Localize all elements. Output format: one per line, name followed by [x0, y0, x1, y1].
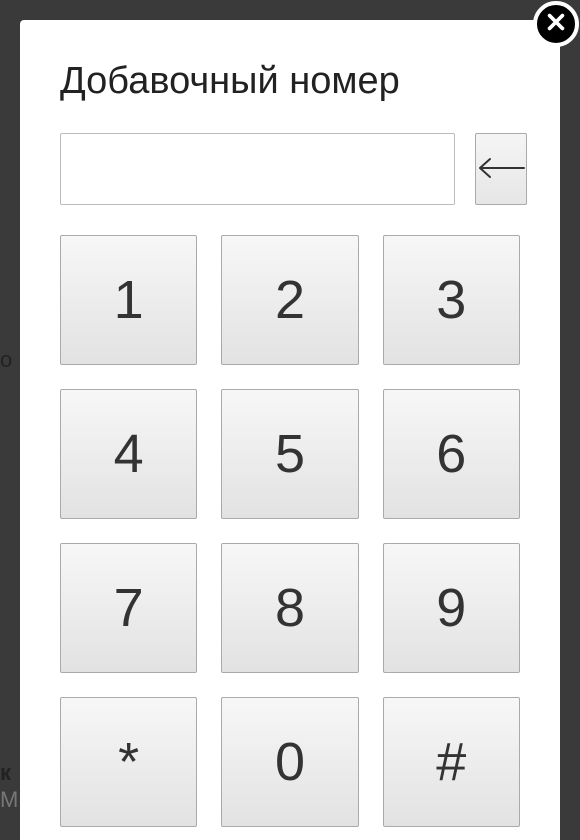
key-2[interactable]: 2: [221, 235, 358, 365]
key-4[interactable]: 4: [60, 389, 197, 519]
backspace-button[interactable]: [475, 133, 527, 205]
key-1[interactable]: 1: [60, 235, 197, 365]
input-row: [60, 133, 520, 205]
background-text-fragment: М: [0, 789, 18, 811]
key-6[interactable]: 6: [383, 389, 520, 519]
key-star[interactable]: *: [60, 697, 197, 827]
background-text-fragment: о: [0, 349, 12, 371]
key-0[interactable]: 0: [221, 697, 358, 827]
extension-input[interactable]: [60, 133, 455, 205]
close-button[interactable]: [533, 1, 579, 47]
key-hash[interactable]: #: [383, 697, 520, 827]
background-text-fragment: к: [0, 762, 11, 784]
key-9[interactable]: 9: [383, 543, 520, 673]
key-8[interactable]: 8: [221, 543, 358, 673]
key-5[interactable]: 5: [221, 389, 358, 519]
key-3[interactable]: 3: [383, 235, 520, 365]
key-7[interactable]: 7: [60, 543, 197, 673]
close-icon: [545, 11, 567, 38]
dialog-title: Добавочный номер: [60, 60, 520, 103]
keypad: 1 2 3 4 5 6 7 8 9 * 0 #: [60, 235, 520, 827]
extension-dialog: Добавочный номер 1 2 3 4 5 6 7 8 9 * 0 #: [20, 20, 560, 840]
arrow-left-icon: [476, 156, 526, 183]
